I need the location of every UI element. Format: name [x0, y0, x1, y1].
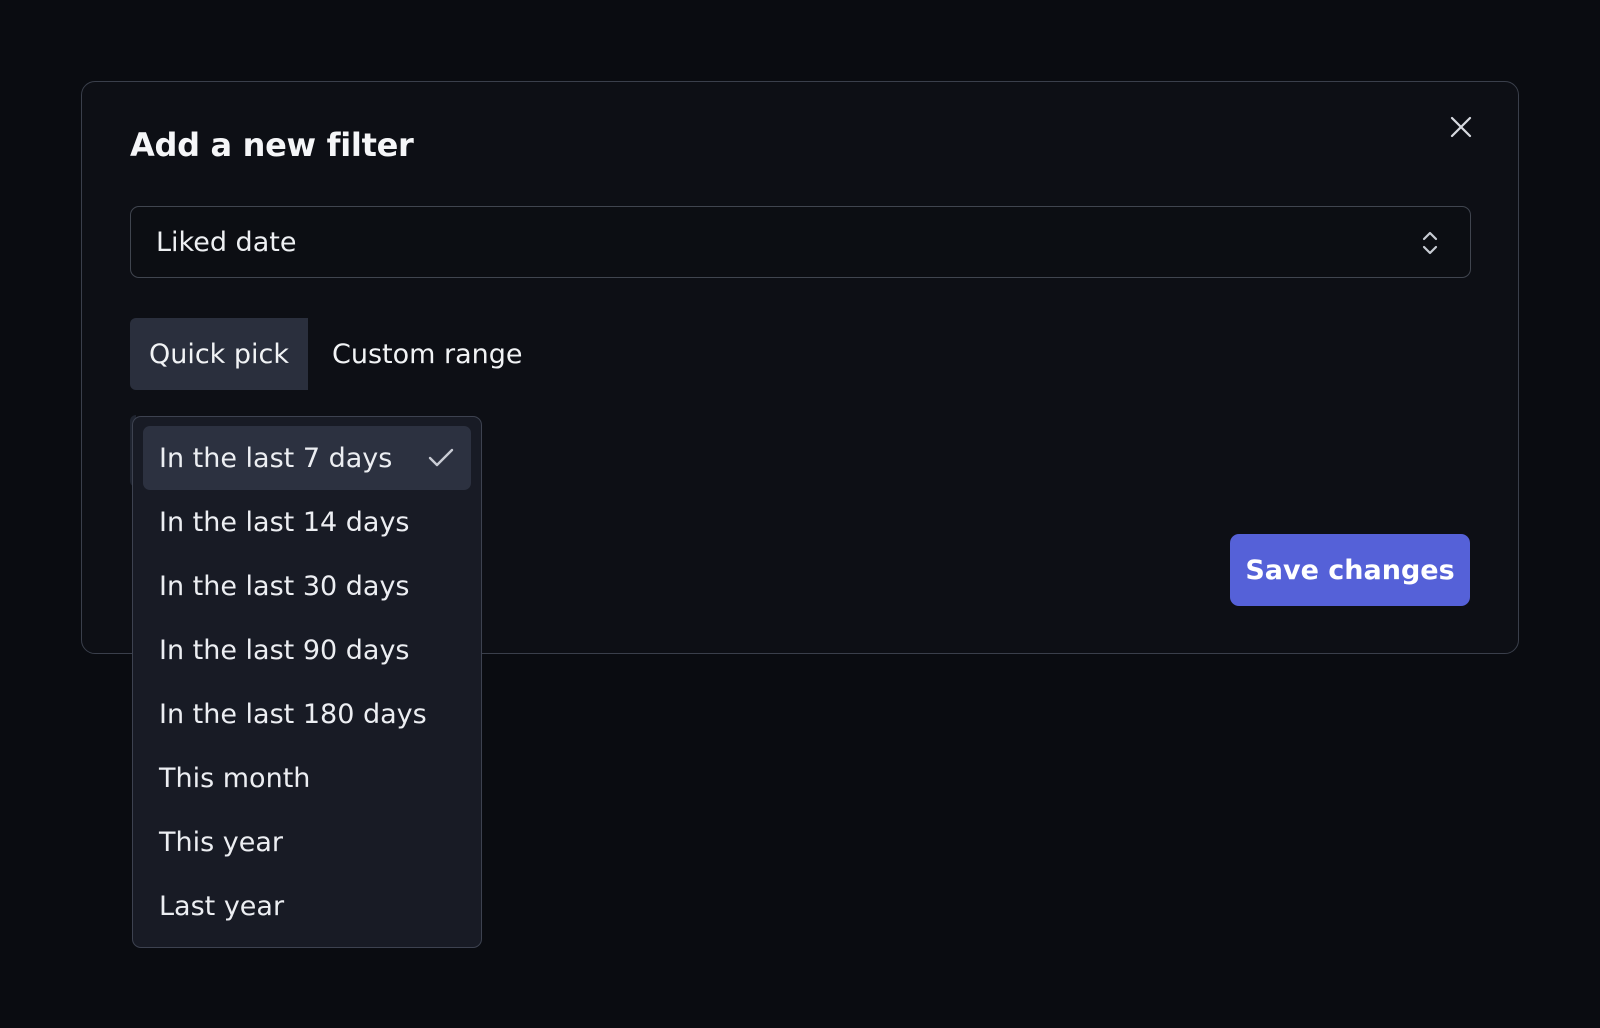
field-select[interactable]: Liked date [130, 206, 1471, 278]
dropdown-option[interactable]: In the last 180 days [143, 682, 471, 746]
dropdown-option-label: This month [159, 762, 311, 794]
close-icon [1450, 116, 1472, 138]
field-select-value: Liked date [156, 226, 297, 258]
quick-pick-dropdown: In the last 7 days In the last 14 days I… [132, 416, 482, 948]
save-button[interactable]: Save changes [1230, 534, 1470, 606]
tab-quick-pick-label: Quick pick [148, 338, 290, 370]
dropdown-option[interactable]: In the last 7 days [143, 426, 471, 490]
dropdown-option-label: In the last 30 days [159, 570, 410, 602]
check-icon [428, 448, 454, 467]
tab-quick-pick[interactable]: Quick pick [130, 318, 308, 390]
dropdown-option-label: In the last 7 days [159, 442, 393, 474]
dropdown-option[interactable]: Last year [143, 874, 471, 938]
close-button[interactable] [1446, 112, 1476, 142]
dropdown-option-label: In the last 14 days [159, 506, 410, 538]
dropdown-option[interactable]: This month [143, 746, 471, 810]
chevron-up-down-icon [1422, 231, 1438, 255]
modal-title: Add a new filter [130, 126, 414, 164]
tab-custom-range-label: Custom range [332, 338, 523, 370]
tab-custom-range[interactable]: Custom range [332, 318, 523, 390]
dropdown-option[interactable]: In the last 30 days [143, 554, 471, 618]
dropdown-option-label: In the last 90 days [159, 634, 410, 666]
dropdown-option[interactable]: In the last 90 days [143, 618, 471, 682]
dropdown-option[interactable]: This year [143, 810, 471, 874]
dropdown-option-label: This year [159, 826, 283, 858]
dropdown-option[interactable]: In the last 14 days [143, 490, 471, 554]
dropdown-option-label: In the last 180 days [159, 698, 427, 730]
dropdown-option-label: Last year [159, 890, 285, 922]
